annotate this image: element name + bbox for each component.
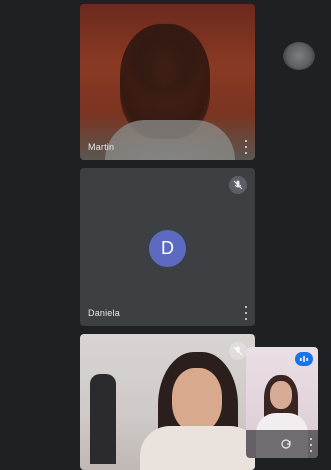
participant-shirt [105,120,235,160]
meeting-grid: Martin D Daniela [0,0,331,470]
self-face [270,381,292,409]
participant-tile-video[interactable] [80,334,255,470]
participant-name: Martin [88,142,115,152]
switch-camera-icon[interactable] [280,438,292,450]
more-vert-icon[interactable] [308,438,314,452]
self-controls [246,438,318,452]
speaking-icon [295,352,313,366]
participant-tile-martin[interactable]: Martin [80,4,255,160]
more-vert-icon[interactable] [243,140,249,154]
mic-off-icon [229,342,247,360]
floating-indicator [283,42,315,70]
avatar: D [149,230,186,267]
mic-off-icon [229,176,247,194]
more-vert-icon[interactable] [243,306,249,320]
participant-face [172,368,222,432]
participant-body [140,426,255,470]
participant-tile-daniela[interactable]: D Daniela [80,168,255,326]
self-view[interactable] [246,347,318,458]
background-door [90,374,116,464]
participant-name: Daniela [88,308,120,318]
